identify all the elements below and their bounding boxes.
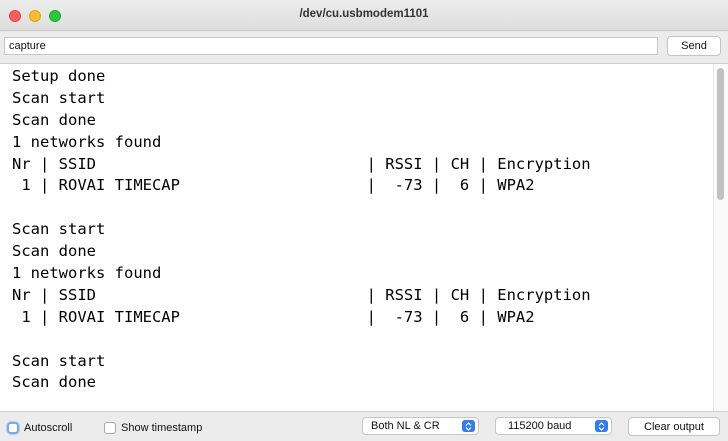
- title-bar: /dev/cu.usbmodem1101: [0, 0, 728, 31]
- output-line: Scan done: [12, 110, 96, 129]
- output-line: [12, 329, 591, 351]
- timestamp-checkbox[interactable]: [104, 422, 116, 434]
- output-line: Scan start: [12, 88, 106, 107]
- autoscroll-checkbox[interactable]: [7, 422, 19, 434]
- output-line: 1 | ROVAI TIMECAP | -73 | 6 | WPA2: [12, 176, 535, 195]
- autoscroll-toggle[interactable]: Autoscroll: [7, 421, 72, 435]
- output-line: Nr | SSID | RSSI | CH | Encryption: [12, 285, 591, 304]
- output-line: Scan start: [12, 220, 106, 239]
- output-line: Nr | SSID | RSSI | CH | Encryption: [12, 154, 591, 173]
- vertical-scrollbar[interactable]: [713, 64, 728, 411]
- output-line: 1 | ROVAI TIMECAP | -73 | 6 | WPA2: [12, 307, 535, 326]
- chevron-updown-icon: [462, 420, 475, 432]
- serial-monitor-window: /dev/cu.usbmodem1101 Send Setup done Scan…: [0, 0, 728, 441]
- timestamp-label: Show timestamp: [121, 422, 203, 434]
- line-ending-value: Both NL & CR: [371, 420, 440, 432]
- status-bar: Autoscroll Show timestamp Both NL & CR 1…: [0, 411, 728, 441]
- autoscroll-label: Autoscroll: [24, 422, 73, 434]
- output-line: Scan start: [12, 351, 106, 370]
- send-button[interactable]: Send: [667, 36, 721, 56]
- output-line: Scan done: [12, 242, 96, 261]
- command-input[interactable]: [4, 37, 658, 55]
- output-line: Setup done: [12, 67, 106, 85]
- serial-output: Setup done Scan start Scan done 1 networks …: [0, 63, 728, 411]
- baud-rate-value: 115200 baud: [508, 420, 572, 432]
- output-line: 1 networks found: [12, 264, 162, 283]
- output-line: 1 networks found: [12, 132, 162, 151]
- output-lines: Setup done Scan start Scan done 1 networks …: [12, 66, 591, 394]
- chevron-updown-icon: [595, 420, 608, 432]
- command-bar: Send: [0, 31, 728, 61]
- clear-output-button[interactable]: Clear output: [628, 417, 720, 436]
- line-ending-select[interactable]: Both NL & CR: [362, 417, 479, 435]
- timestamp-toggle[interactable]: Show timestamp: [104, 421, 202, 435]
- output-line: [12, 197, 591, 219]
- baud-rate-select[interactable]: 115200 baud: [495, 417, 612, 435]
- scrollbar-thumb[interactable]: [717, 68, 724, 200]
- output-line: Scan done: [12, 373, 96, 392]
- window-title: /dev/cu.usbmodem1101: [299, 8, 429, 20]
